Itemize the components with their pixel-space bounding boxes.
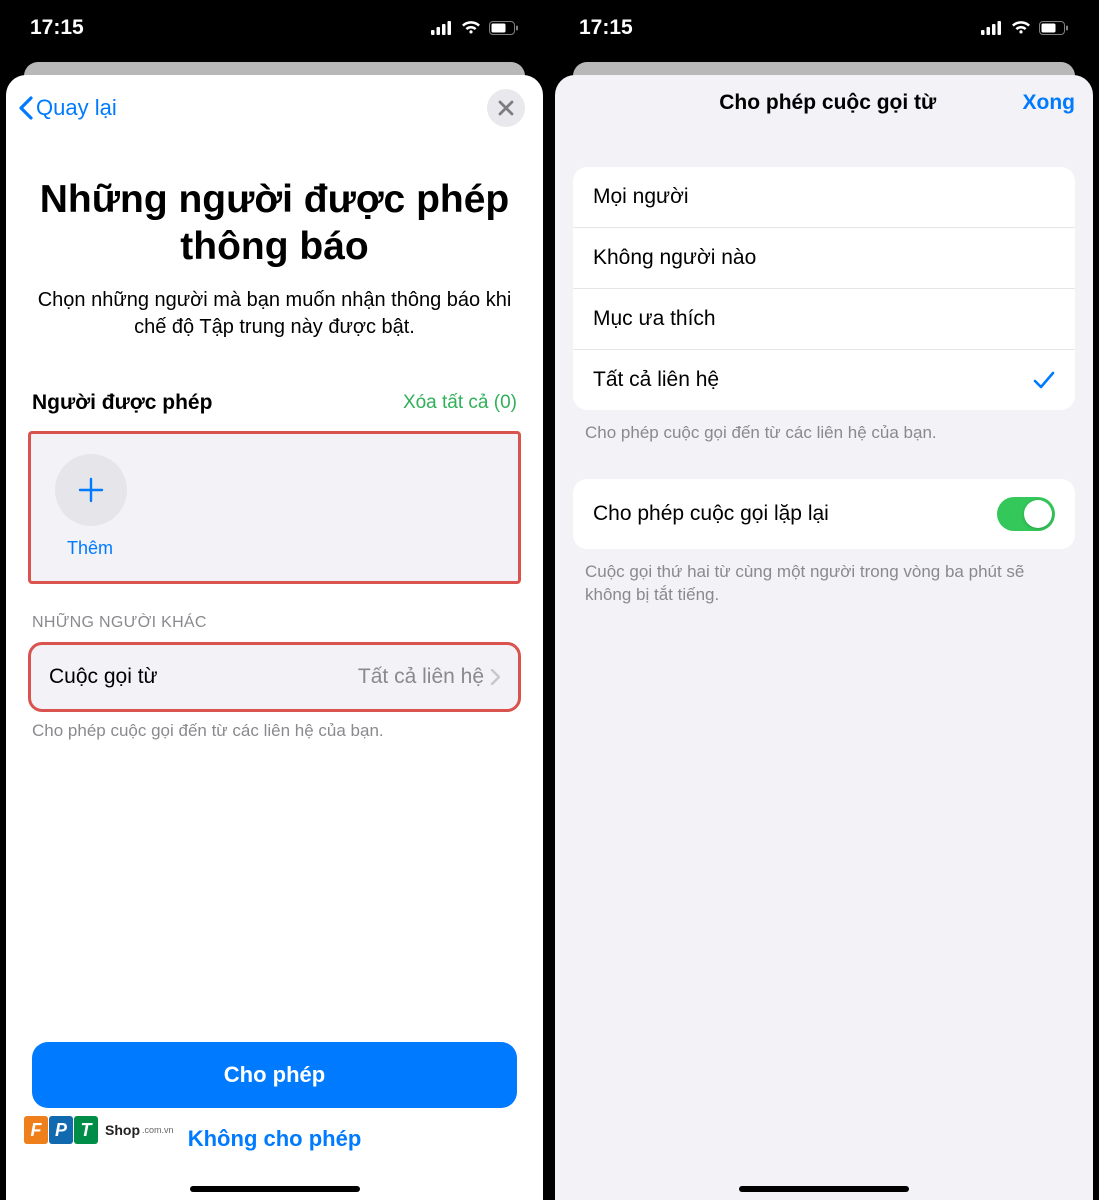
calls-from-note: Cho phép cuộc gọi đến từ các liên hệ của… xyxy=(6,712,543,742)
status-time: 17:15 xyxy=(30,16,84,40)
option-label: Tất cả liên hệ xyxy=(593,368,719,392)
chevron-left-icon xyxy=(18,96,34,120)
right-screen: Cho phép cuộc gọi từ Xong Mọi người Không… xyxy=(555,75,1093,1200)
allowed-heading: Người được phép xyxy=(32,391,212,415)
allowed-section-header: Người được phép Xóa tất cả (0) xyxy=(6,351,543,427)
bottom-actions: Cho phép Không cho phép xyxy=(32,1042,517,1170)
home-indicator[interactable] xyxy=(190,1186,360,1192)
done-button[interactable]: Xong xyxy=(1023,91,1076,115)
calls-from-value: Tất cả liên hệ xyxy=(358,665,500,689)
battery-icon xyxy=(1039,21,1069,35)
left-phone: 17:15 Quay lại Những người được phép thô… xyxy=(0,0,549,1200)
option-row[interactable]: Không người nào xyxy=(573,228,1075,289)
option-label: Mọi người xyxy=(593,185,689,209)
option-label: Không người nào xyxy=(593,246,756,270)
status-bar: 17:15 xyxy=(0,0,549,55)
watermark: FPT Shop .com.vn xyxy=(24,1116,174,1144)
title-block: Những người được phép thông báo Chọn nhữ… xyxy=(6,127,543,351)
option-row[interactable]: Tất cả liên hệ xyxy=(573,350,1075,410)
repeat-note: Cuộc gọi thứ hai từ cùng một người trong… xyxy=(555,549,1093,607)
check-icon xyxy=(1033,370,1055,390)
add-button[interactable] xyxy=(55,454,127,526)
nav-bar: Cho phép cuộc gọi từ Xong xyxy=(555,75,1093,131)
close-icon xyxy=(498,100,514,116)
status-icons xyxy=(981,20,1069,35)
option-label: Mục ưa thích xyxy=(593,307,716,331)
wifi-icon xyxy=(461,20,481,35)
options-group: Mọi người Không người nào Mục ưa thích Tất … xyxy=(573,167,1075,410)
battery-icon xyxy=(489,21,519,35)
status-time: 17:15 xyxy=(579,16,633,40)
option-row[interactable]: Mục ưa thích xyxy=(573,289,1075,350)
close-button[interactable] xyxy=(487,89,525,127)
page-title: Những người được phép thông báo xyxy=(36,177,513,271)
left-screen: Quay lại Những người được phép thông báo… xyxy=(6,75,543,1200)
page-title: Cho phép cuộc gọi từ xyxy=(719,91,936,115)
page-subtitle: Chọn những người mà bạn muốn nhận thông … xyxy=(36,287,513,341)
back-button[interactable]: Quay lại xyxy=(18,95,117,121)
repeat-calls-row: Cho phép cuộc gọi lặp lại xyxy=(573,479,1075,549)
allow-button[interactable]: Cho phép xyxy=(32,1042,517,1108)
status-bar: 17:15 xyxy=(549,0,1099,55)
signal-icon xyxy=(981,21,1003,35)
add-people-card[interactable]: Thêm xyxy=(28,431,521,584)
calls-from-row[interactable]: Cuộc gọi từ Tất cả liên hệ xyxy=(28,642,521,712)
chevron-right-icon xyxy=(490,669,500,685)
signal-icon xyxy=(431,21,453,35)
others-label: NHỮNG NGƯỜI KHÁC xyxy=(6,584,543,642)
repeat-label: Cho phép cuộc gọi lặp lại xyxy=(593,502,829,526)
back-label: Quay lại xyxy=(36,95,117,121)
plus-icon xyxy=(77,476,105,504)
calls-from-label: Cuộc gọi từ xyxy=(49,665,158,689)
wifi-icon xyxy=(1011,20,1031,35)
clear-all-button[interactable]: Xóa tất cả (0) xyxy=(403,392,517,414)
option-row[interactable]: Mọi người xyxy=(573,167,1075,228)
repeat-toggle[interactable] xyxy=(997,497,1055,531)
status-icons xyxy=(431,20,519,35)
home-indicator[interactable] xyxy=(739,1186,909,1192)
nav-bar: Quay lại xyxy=(6,75,543,127)
right-phone: 17:15 Cho phép cuộc gọi từ Xong Mọi ngườ… xyxy=(549,0,1099,1200)
repeat-group: Cho phép cuộc gọi lặp lại xyxy=(573,479,1075,549)
options-note: Cho phép cuộc gọi đến từ các liên hệ của… xyxy=(555,410,1093,445)
add-label: Thêm xyxy=(55,538,494,559)
